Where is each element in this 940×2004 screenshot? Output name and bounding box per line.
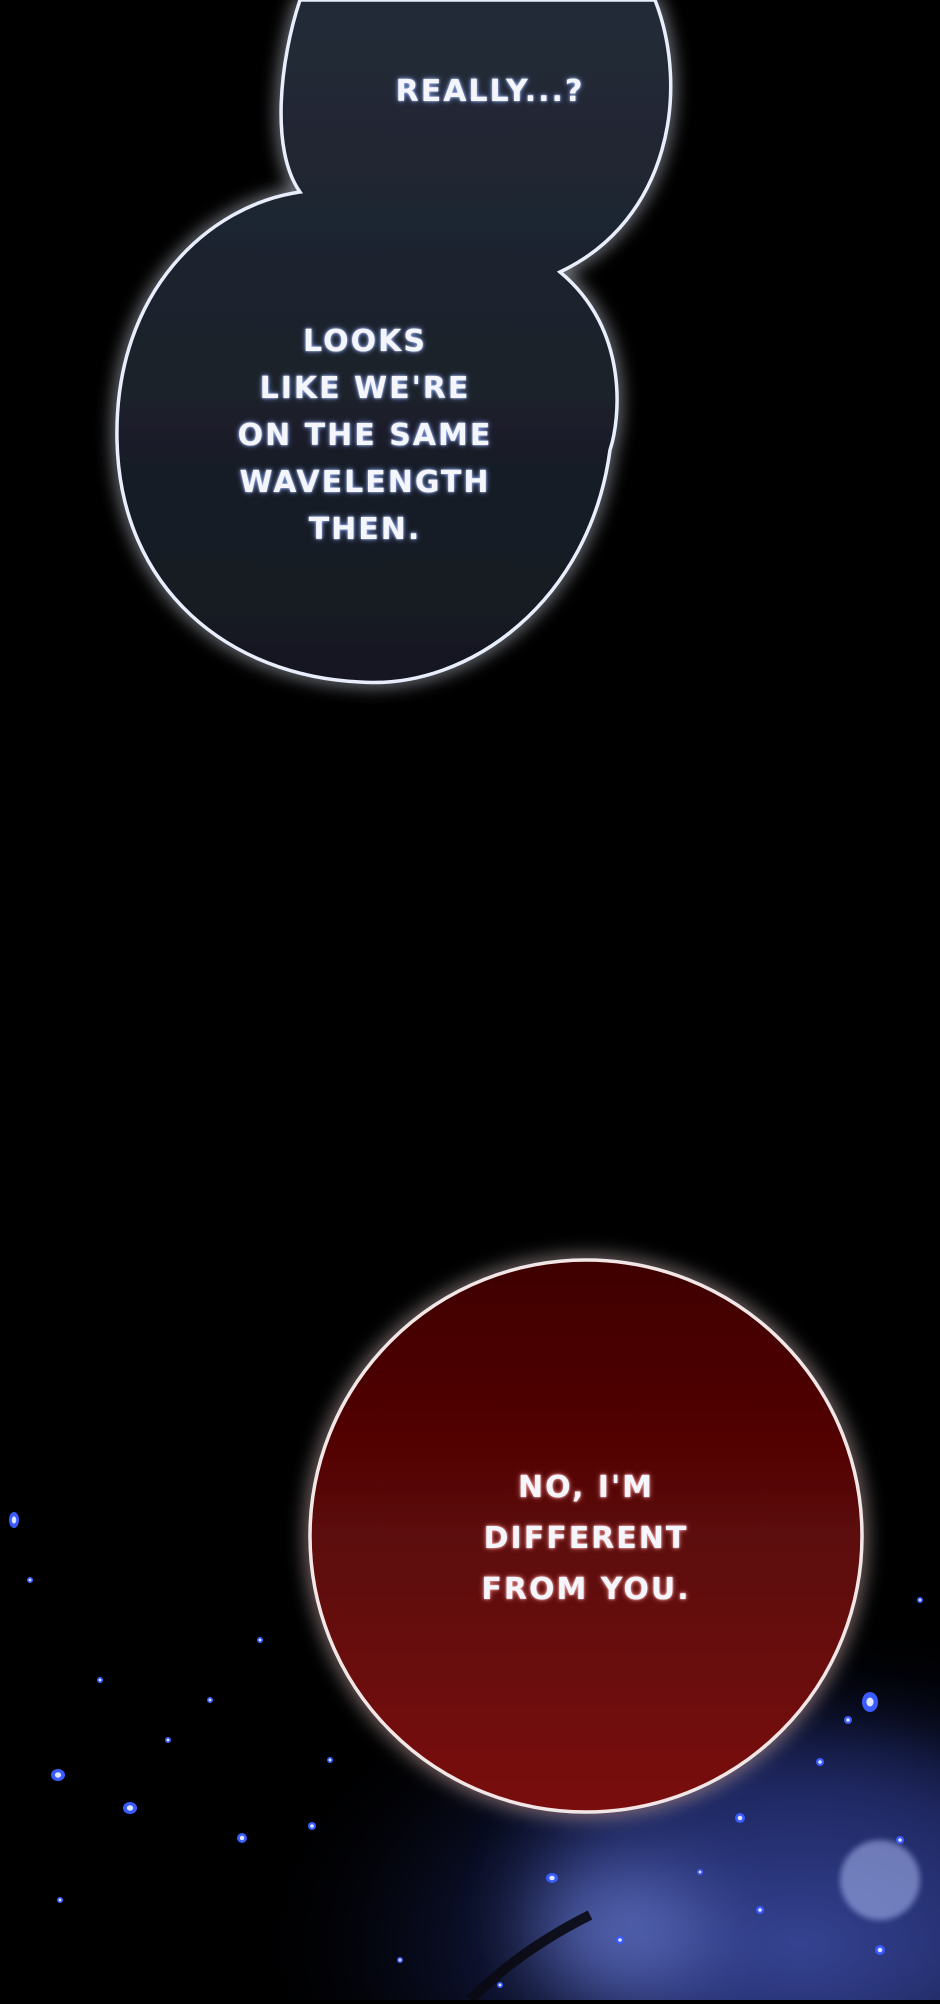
- bubble-line: THEN.: [308, 512, 422, 547]
- sparkle-core: [54, 1772, 62, 1778]
- sparkle-core: [758, 1908, 762, 1912]
- sparkle-core: [737, 1815, 743, 1821]
- sparkle-core: [877, 1947, 883, 1953]
- sparkle-core: [818, 1760, 822, 1764]
- bubble-line: LIKE WE'RE: [259, 371, 471, 406]
- sparkle-core: [698, 1870, 702, 1874]
- bubble-line: ON THE SAME: [237, 418, 493, 453]
- bubble-line: NO, I'M: [518, 1470, 654, 1505]
- bubble-line: WAVELENGTH: [239, 465, 491, 500]
- sparkle-core: [918, 1598, 922, 1602]
- sparkle-core: [208, 1698, 212, 1702]
- bubble-line: REALLY...?: [395, 74, 585, 109]
- sparkle-core: [866, 1697, 874, 1707]
- bubble-line: DIFFERENT: [483, 1521, 689, 1556]
- sparkle-core: [398, 1958, 402, 1962]
- comic-panel: REALLY...? LOOKS LIKE WE'RE ON THE SAME …: [0, 0, 940, 2004]
- sparkle-core: [239, 1835, 245, 1841]
- sparkle-core: [58, 1898, 62, 1902]
- sparkle-core: [498, 1983, 502, 1987]
- sparkle-core: [549, 1875, 555, 1881]
- sparkle-core: [98, 1678, 102, 1682]
- sparkle-core: [258, 1638, 262, 1642]
- sparkle-core: [310, 1824, 314, 1828]
- sparkle-core: [328, 1758, 332, 1762]
- sparkle-core: [11, 1516, 17, 1524]
- sparkle-core: [126, 1805, 134, 1811]
- sparkle-core: [28, 1578, 32, 1582]
- sparkle-core: [166, 1738, 170, 1742]
- bubble-middle-text: LOOKS LIKE WE'RE ON THE SAME WAVELENGTH …: [195, 318, 535, 553]
- bubble-line: FROM YOU.: [481, 1572, 691, 1607]
- bubble-red-text: NO, I'M DIFFERENT FROM YOU.: [421, 1462, 751, 1615]
- sparkle-core: [618, 1938, 622, 1942]
- bubble-top-text: REALLY...?: [340, 68, 640, 115]
- panel-artwork: [0, 0, 940, 2004]
- bubble-line: LOOKS: [303, 324, 427, 359]
- sparkle-core: [898, 1838, 902, 1842]
- sparkle-core: [846, 1718, 850, 1722]
